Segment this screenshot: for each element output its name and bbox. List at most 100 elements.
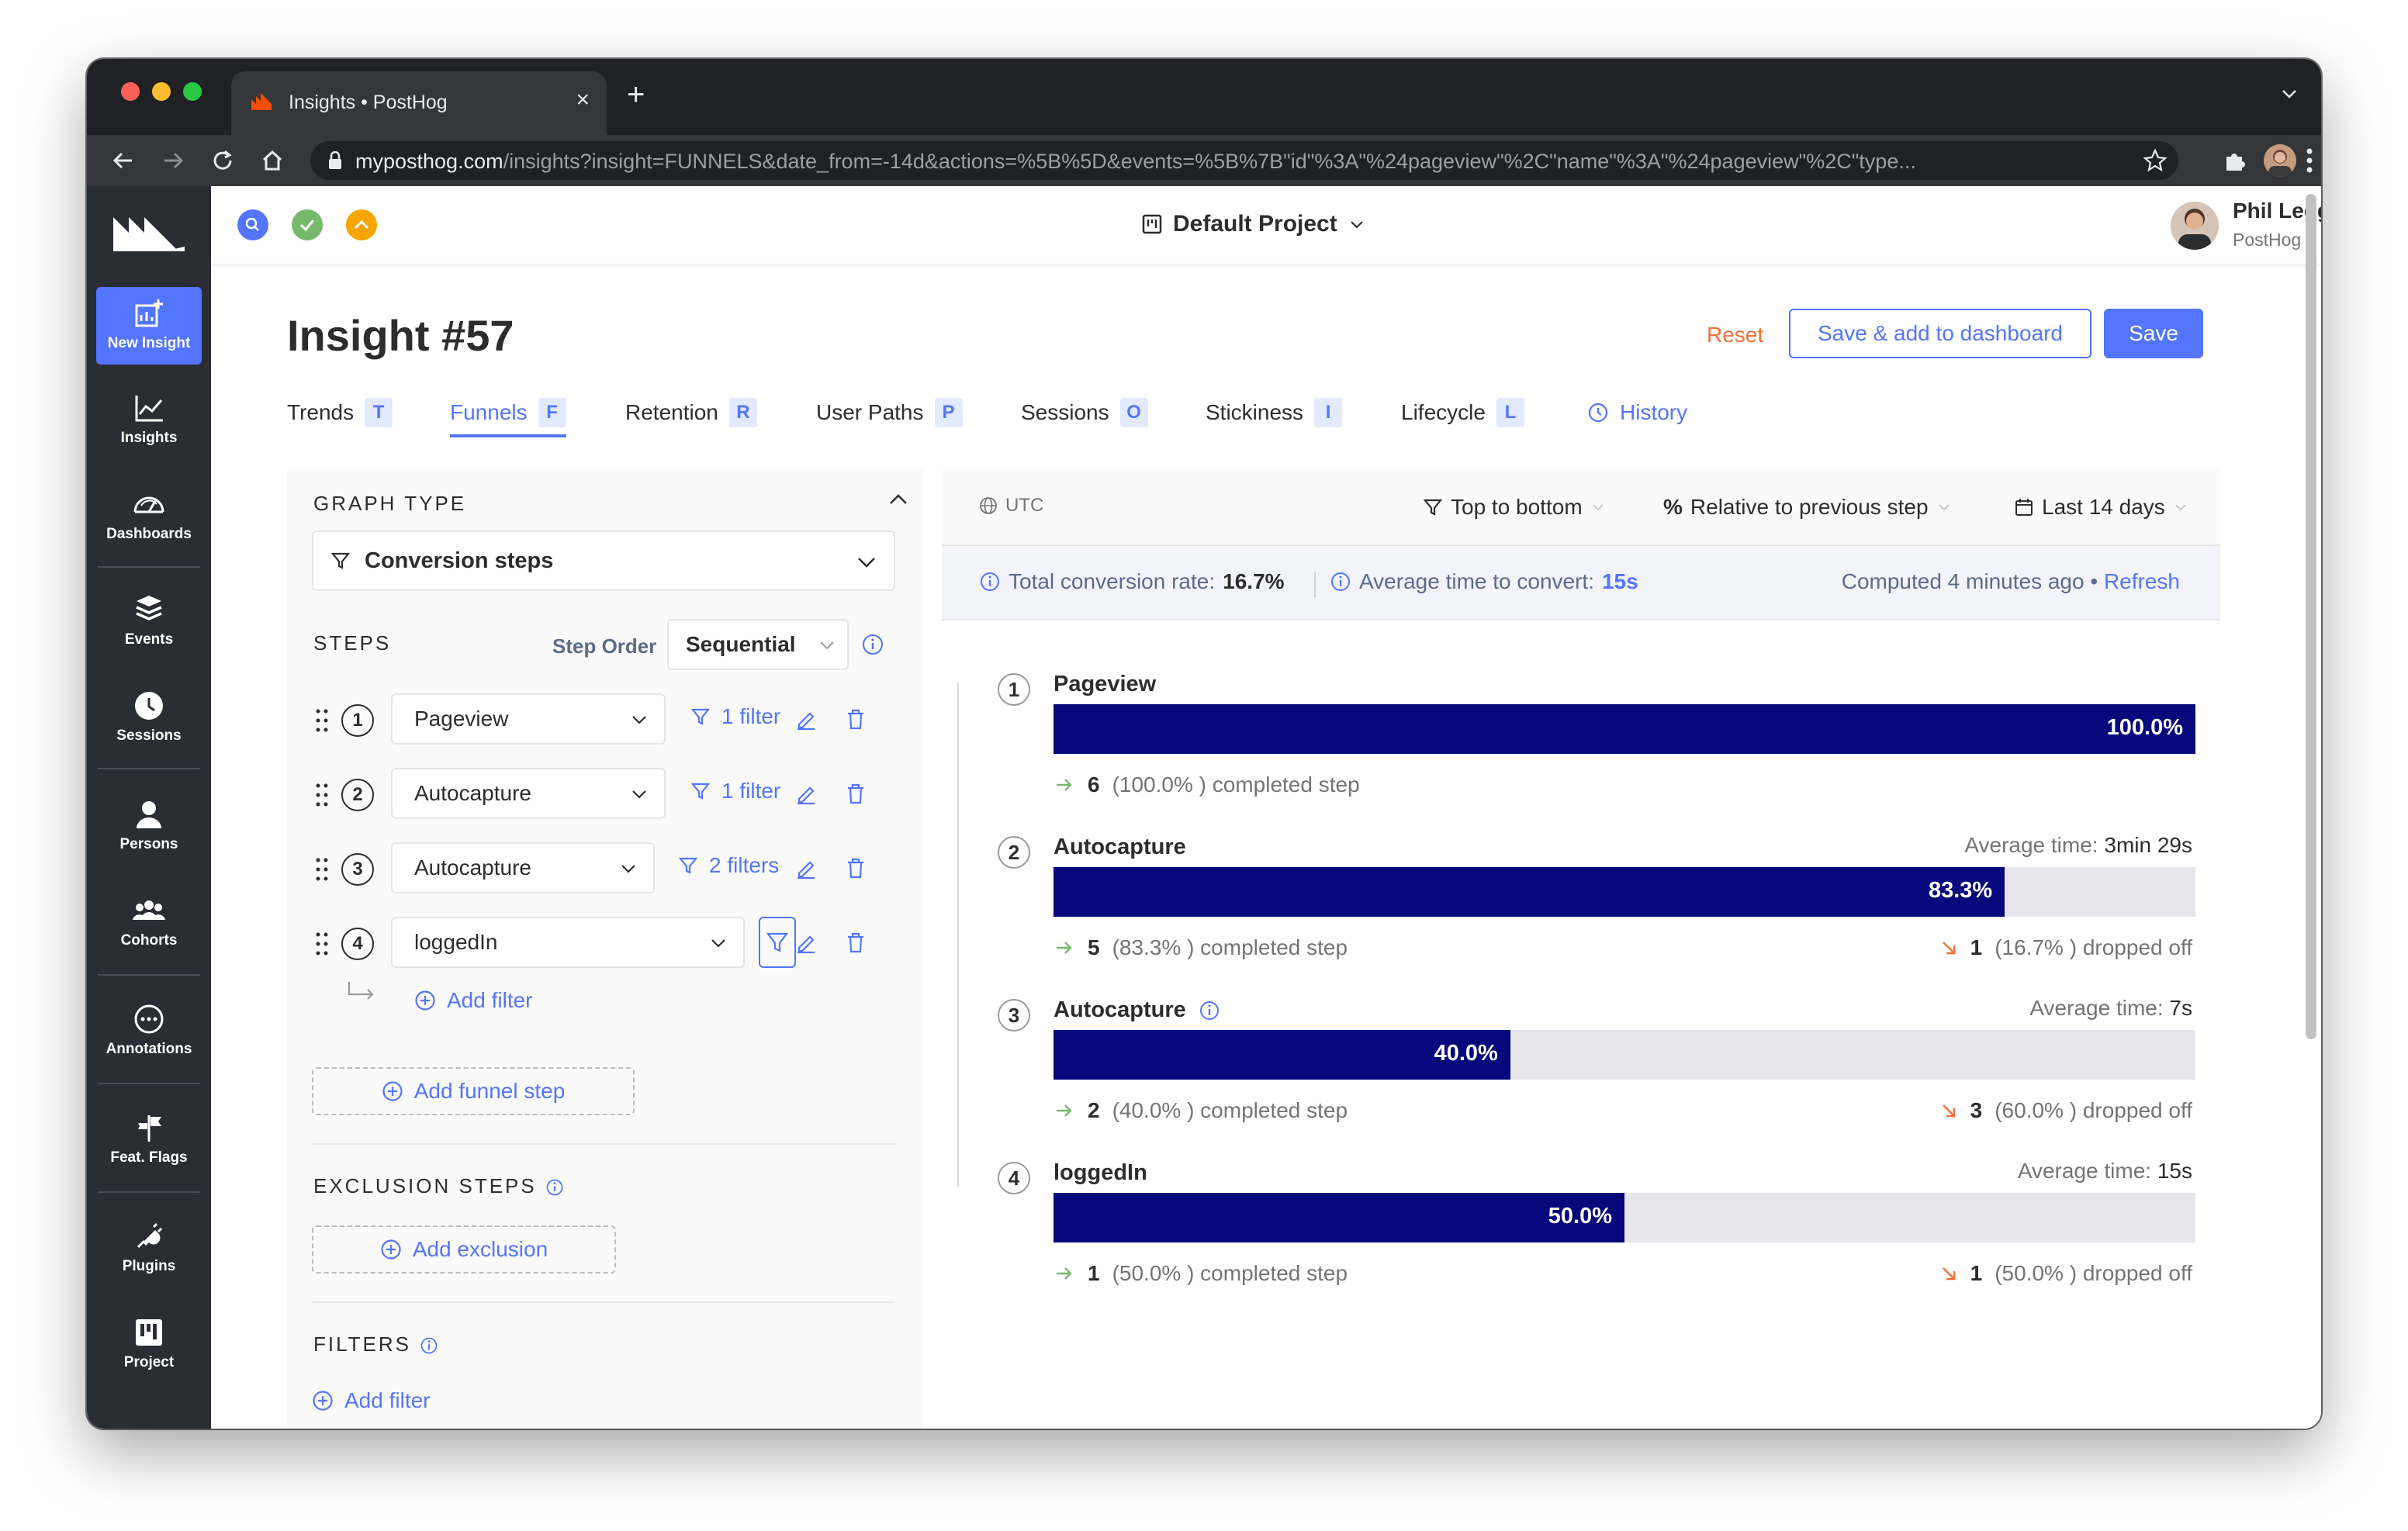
sidebar-item-persons[interactable]: Persons [96, 788, 202, 866]
trash-icon[interactable] [844, 856, 867, 880]
sidebar-item-sessions[interactable]: Sessions [96, 679, 202, 757]
step-filter-button[interactable]: 1 filter [690, 704, 780, 729]
close-window-button[interactable] [121, 82, 140, 101]
browser-menu-icon[interactable] [2306, 146, 2313, 175]
sidebar-item-cohorts[interactable]: Cohorts [96, 884, 202, 962]
add-exclusion-button[interactable]: Add exclusion [312, 1225, 616, 1274]
history-button[interactable]: History [1587, 394, 1687, 431]
funnel-bar[interactable]: 100.0% [1054, 704, 2195, 754]
chevron-down-icon [1350, 221, 1363, 229]
tab-sessions[interactable]: Sessions O [1021, 394, 1148, 431]
completed-step-link[interactable]: 2 (40.0% ) completed step [1054, 1098, 1348, 1123]
bookmark-star-icon[interactable] [2143, 148, 2168, 173]
posthog-logo-icon[interactable] [113, 213, 185, 257]
completed-step-link[interactable]: 1 (50.0% ) completed step [1054, 1261, 1348, 1286]
section-divider [312, 1301, 895, 1303]
tab-search-chevron-icon[interactable] [2281, 85, 2298, 102]
tab-retention[interactable]: Retention R [625, 394, 757, 431]
completed-step-link[interactable]: 6 (100.0% ) completed step [1054, 772, 1360, 797]
drag-handle-icon[interactable] [315, 782, 329, 808]
browser-profile-avatar[interactable] [2264, 144, 2296, 177]
tab-trends[interactable]: Trends T [287, 394, 393, 431]
system-status-button[interactable] [292, 209, 323, 240]
event-select[interactable]: loggedIn [391, 917, 745, 968]
edit-pencil-icon[interactable] [794, 782, 818, 805]
edit-pencil-icon[interactable] [794, 707, 818, 731]
reset-button[interactable]: Reset [1707, 323, 1763, 347]
page-scrollbar[interactable] [2306, 194, 2316, 1039]
project-switcher[interactable]: Default Project [1142, 211, 1365, 237]
sidebar-item-events[interactable]: Events [96, 583, 202, 661]
sidebar-item-new-insight[interactable]: New Insight [96, 287, 202, 365]
user-avatar[interactable] [2171, 202, 2219, 250]
date-range-select[interactable]: Last 14 days [2014, 495, 2188, 520]
completed-step-link[interactable]: 5 (83.3% ) completed step [1054, 935, 1348, 960]
funnel-bar[interactable]: 50.0% [1054, 1193, 1624, 1242]
trash-icon[interactable] [844, 931, 867, 954]
funnel-step-name: loggedIn [1054, 1160, 1147, 1185]
info-icon[interactable] [861, 633, 884, 656]
sidebar-item-feature-flags[interactable]: Feat. Flags [96, 1101, 202, 1179]
add-global-filter-button[interactable]: Add filter [312, 1388, 431, 1413]
event-select[interactable]: Autocapture [391, 842, 655, 893]
graph-type-select[interactable]: Conversion steps [312, 530, 895, 591]
step-filter-button[interactable] [759, 917, 796, 968]
lock-icon [329, 151, 341, 169]
close-tab-icon[interactable]: × [576, 87, 590, 113]
layout-select[interactable]: Top to bottom [1423, 495, 1606, 520]
sidebar-item-dashboards[interactable]: Dashboards [96, 478, 202, 555]
address-bar[interactable]: myposthog.com/insights?insight=FUNNELS&d… [310, 141, 2178, 180]
funnel-bar[interactable]: 83.3% [1054, 867, 2005, 917]
funnel-bar-percentage: 83.3% [1928, 878, 1993, 903]
step-filter-button[interactable]: 2 filters [678, 853, 779, 878]
info-icon[interactable] [979, 571, 1001, 593]
refresh-link[interactable]: Refresh [2104, 569, 2180, 593]
tab-user-paths[interactable]: User Paths P [816, 394, 963, 431]
tab-lifecycle[interactable]: Lifecycle L [1401, 394, 1524, 431]
minimize-window-button[interactable] [152, 82, 171, 101]
home-icon[interactable] [259, 147, 285, 174]
back-arrow-icon[interactable] [110, 147, 137, 174]
edit-pencil-icon[interactable] [794, 856, 818, 880]
save-add-to-dashboard-button[interactable]: Save & add to dashboard [1789, 309, 2091, 358]
maximize-window-button[interactable] [183, 82, 202, 101]
drag-handle-icon[interactable] [315, 707, 329, 734]
search-status-button[interactable] [237, 209, 268, 240]
add-funnel-step-button[interactable]: Add funnel step [312, 1067, 635, 1115]
chevron-down-icon [711, 939, 725, 948]
trash-icon[interactable] [844, 707, 867, 731]
step-filter-button[interactable]: 1 filter [690, 779, 780, 804]
conversion-mode-select[interactable]: % Relative to previous step [1663, 495, 1952, 520]
event-select[interactable]: Pageview [391, 693, 666, 745]
info-icon[interactable] [1199, 1000, 1220, 1021]
dropped-off-link[interactable]: 1 (16.7% ) dropped off [1939, 935, 2192, 960]
info-icon[interactable] [545, 1177, 565, 1197]
browser-tab[interactable]: Insights • PostHog × [231, 71, 607, 135]
save-button[interactable]: Save [2104, 309, 2203, 358]
drag-handle-icon[interactable] [315, 856, 329, 883]
step-order-select[interactable]: Sequential [667, 619, 849, 670]
info-icon[interactable] [419, 1336, 439, 1356]
dropped-off-link[interactable]: 3 (60.0% ) dropped off [1939, 1098, 2192, 1123]
tab-stickiness[interactable]: Stickiness I [1206, 394, 1343, 431]
sidebar-item-plugins[interactable]: Plugins [96, 1210, 202, 1287]
edit-pencil-icon[interactable] [794, 931, 818, 954]
new-tab-icon[interactable]: + [627, 79, 645, 110]
collapse-chevron-up-icon[interactable] [887, 489, 909, 510]
sidebar-item-annotations[interactable]: Annotations [96, 993, 202, 1070]
drag-handle-icon[interactable] [315, 931, 329, 957]
update-status-button[interactable] [346, 209, 377, 240]
forward-arrow-icon[interactable] [160, 147, 186, 174]
plus-circle-icon [381, 1239, 401, 1260]
reload-icon[interactable] [209, 147, 236, 174]
dropped-off-link[interactable]: 1 (50.0% ) dropped off [1939, 1261, 2192, 1286]
add-step-filter-button[interactable]: Add filter [414, 988, 533, 1013]
event-select[interactable]: Autocapture [391, 768, 666, 819]
funnel-bar[interactable]: 40.0% [1054, 1030, 1510, 1080]
sidebar-item-project[interactable]: Project [96, 1306, 202, 1384]
sidebar-item-insights[interactable]: Insights [96, 382, 202, 459]
trash-icon[interactable] [844, 782, 867, 805]
tab-funnels[interactable]: Funnels F [450, 394, 566, 437]
info-icon[interactable] [1330, 571, 1351, 593]
extensions-puzzle-icon[interactable] [2222, 147, 2248, 174]
